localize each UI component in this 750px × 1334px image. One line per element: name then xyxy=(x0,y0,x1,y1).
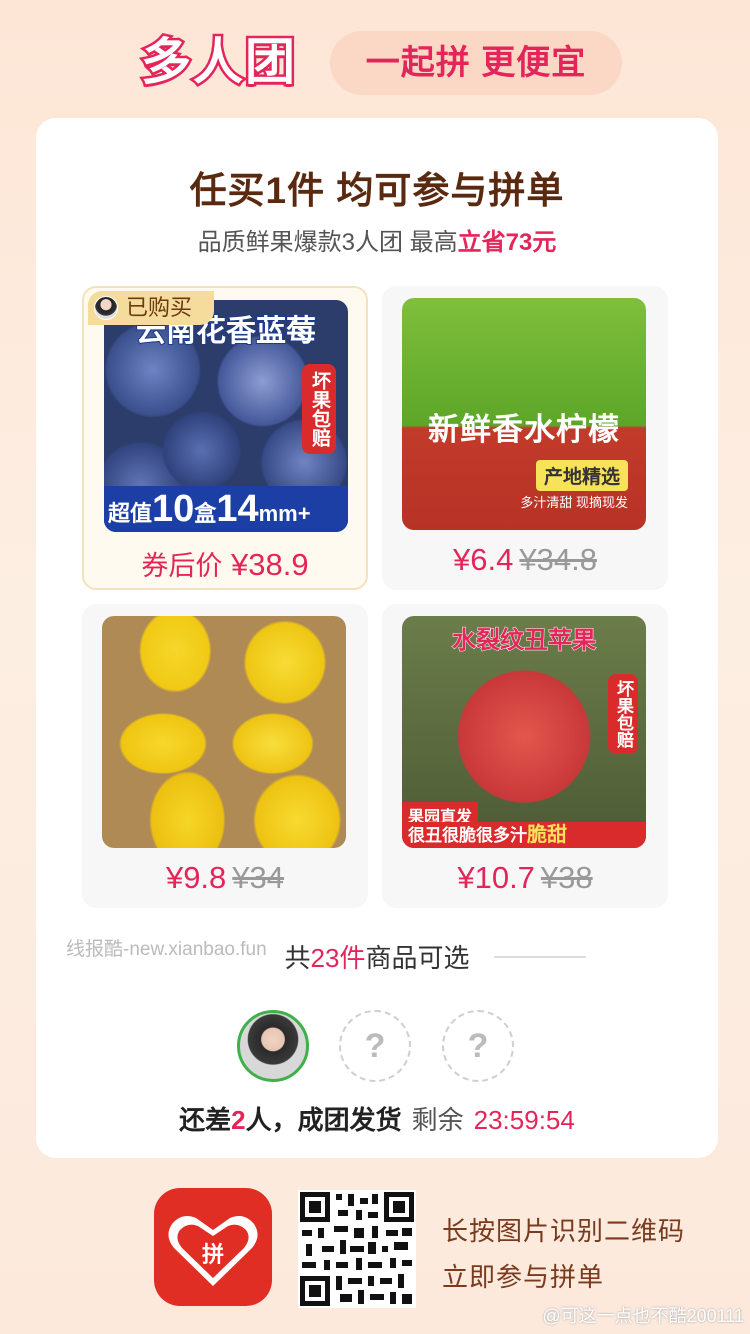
count-prefix: 共 xyxy=(284,943,311,973)
price-row: ¥9.8 ¥34 xyxy=(82,860,368,896)
slogan-pill: 一起拼 更便宜 xyxy=(330,31,622,95)
count-suffix: 商品可选 xyxy=(365,943,470,973)
price: ¥38.9 xyxy=(231,547,309,582)
product-image[interactable]: 云南花香蓝莓 坏果包赔 超值10盒14mm+ xyxy=(104,300,348,532)
count-number: 23件 xyxy=(310,943,366,973)
apple-image: 水裂纹丑苹果 坏果包赔 果园直发 很丑很脆很多汁脆甜 xyxy=(402,616,646,848)
bought-label: 已购买 xyxy=(126,295,193,320)
price-row: ¥6.4 ¥34.8 xyxy=(382,542,668,578)
credit-watermark: @可这一点也不酷200111 xyxy=(542,1306,744,1326)
cta-line: 立即参与拼单 xyxy=(442,1262,605,1292)
empty-slot-icon: ? xyxy=(339,1010,411,1082)
bought-tag: 已购买 xyxy=(88,291,214,325)
strip-text: 盒 xyxy=(194,501,217,526)
strip-text: 超值 xyxy=(108,501,153,526)
countdown-timer: 23:59:54 xyxy=(473,1105,575,1135)
heart-logo-icon: 拼 xyxy=(168,1216,258,1286)
status-text: 还差 xyxy=(179,1105,232,1135)
empty-slot-icon: ? xyxy=(442,1010,514,1082)
strip-highlight: 脆甜 xyxy=(527,824,567,846)
image-bottom-strip: 超值10盒14mm+ xyxy=(104,486,348,532)
product-image[interactable] xyxy=(102,616,346,848)
savings-highlight: 立省73元 xyxy=(457,229,557,256)
lemon-image xyxy=(102,616,346,848)
strip-number: 10 xyxy=(152,488,195,530)
remaining-label: 剩余 xyxy=(411,1105,464,1135)
image-tag: 产地精选 xyxy=(535,460,628,491)
image-strip: 很丑很脆很多汁脆甜 xyxy=(402,822,646,848)
status-text: 人，成团发货 xyxy=(245,1105,402,1135)
price: ¥10.7 xyxy=(457,860,535,895)
image-sub: 多汁清甜 现摘现发 xyxy=(520,495,628,510)
product-image[interactable]: 水裂纹丑苹果 坏果包赔 果园直发 很丑很脆很多汁脆甜 xyxy=(402,616,646,848)
strip-text: mm+ xyxy=(258,501,311,526)
price: ¥9.8 xyxy=(165,860,227,895)
strip-number: 14 xyxy=(216,488,259,530)
price-row: 券后价 ¥38.9 xyxy=(84,544,366,583)
price: ¥6.4 xyxy=(453,542,514,577)
price-row: ¥10.7 ¥38 xyxy=(382,860,668,896)
header: 多人团 一起拼 更便宜 xyxy=(0,0,750,110)
product-tile-lemon[interactable]: ¥9.8 ¥34 xyxy=(82,604,368,908)
strip-text: 很丑很脆很多汁 xyxy=(408,826,527,845)
product-image[interactable]: 新鲜香水柠檬 产地精选 多汁清甜 现摘现发 xyxy=(402,298,646,530)
original-price: ¥34 xyxy=(232,860,285,895)
qr-code-icon xyxy=(300,1192,414,1306)
original-price: ¥34.8 xyxy=(519,542,597,577)
headline: 任买1件 均可参与拼单 xyxy=(189,170,565,211)
guarantee-badge: 坏果包赔 xyxy=(302,364,336,454)
original-price: ¥38 xyxy=(540,860,593,895)
member-avatar xyxy=(237,1010,309,1082)
product-tile-apple[interactable]: 水裂纹丑苹果 坏果包赔 果园直发 很丑很脆很多汁脆甜 ¥10.7 ¥38 xyxy=(382,604,668,908)
product-tile-lime[interactable]: 新鲜香水柠檬 产地精选 多汁清甜 现摘现发 ¥6.4 ¥34.8 xyxy=(382,286,668,590)
guarantee-badge: 坏果包赔 xyxy=(608,674,638,754)
product-count: 共23件商品可选 xyxy=(36,938,718,978)
logo-char: 拼 xyxy=(202,1242,224,1268)
divider-line xyxy=(494,956,586,958)
subline-text: 品质鲜果爆款3人团 最高 xyxy=(197,229,458,256)
subline: 品质鲜果爆款3人团 最高立省73元 xyxy=(36,222,718,257)
buyer-avatar-icon xyxy=(94,296,118,320)
image-banner: 新鲜香水柠檬 xyxy=(428,412,620,447)
qr-code[interactable] xyxy=(298,1190,416,1308)
lime-image: 新鲜香水柠檬 产地精选 多汁清甜 现摘现发 xyxy=(402,298,646,530)
cta-line: 长按图片识别二维码 xyxy=(442,1216,686,1246)
call-to-action: 长按图片识别二维码 立即参与拼单 xyxy=(442,1208,685,1300)
group-status: 还差2人，成团发货 剩余 23:59:54 xyxy=(36,1100,718,1137)
status-number: 2 xyxy=(231,1105,246,1135)
image-title: 水裂纹丑苹果 xyxy=(452,627,597,655)
product-tile-blueberry[interactable]: 已购买 云南花香蓝莓 坏果包赔 超值10盒14mm+ 券后价 ¥38.9 xyxy=(82,286,368,590)
group-buy-card: 任买1件 均可参与拼单 品质鲜果爆款3人团 最高立省73元 已购买 云南花香蓝莓… xyxy=(36,118,718,1158)
group-buy-logo-text: 多人团 xyxy=(139,32,298,93)
price-prefix: 券后价 xyxy=(141,551,223,581)
pinduoduo-logo-icon: 拼 xyxy=(154,1188,272,1306)
blueberry-image: 云南花香蓝莓 坏果包赔 超值10盒14mm+ xyxy=(104,300,348,532)
